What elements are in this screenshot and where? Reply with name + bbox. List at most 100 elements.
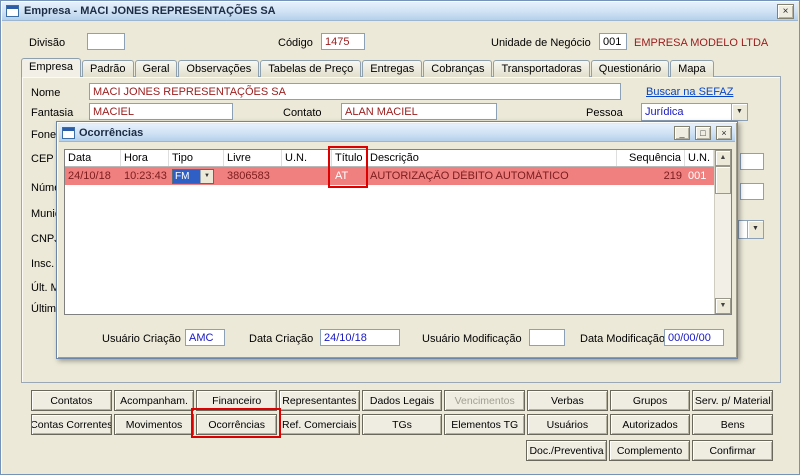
button-usuarios[interactable]: Usuários <box>527 414 608 435</box>
button-bens[interactable]: Bens <box>692 414 774 435</box>
fone-label: Fone <box>31 129 57 141</box>
dialog-icon <box>62 126 75 139</box>
vertical-scrollbar[interactable]: ▲ ▼ <box>714 150 731 314</box>
cell-livre: 3806583 <box>227 170 270 182</box>
tab-transportadoras[interactable]: Transportadoras <box>493 60 590 77</box>
button-contas-correntes[interactable]: Contas Correntes <box>31 414 112 435</box>
divisao-label: Divisão <box>29 37 66 49</box>
cep-label: CEP <box>31 153 54 165</box>
table-header-row: Data Hora Tipo Livre U.N. Título Descriç… <box>65 150 714 167</box>
unidade-negocio-label: Unidade de Negócio <box>491 37 591 49</box>
button-tgs[interactable]: TGs <box>361 414 443 435</box>
data-modificacao-label: Data Modificação <box>580 333 665 345</box>
data-criacao-input[interactable]: 24/10/18 <box>320 329 400 346</box>
tab-cobrancas[interactable]: Cobranças <box>423 60 493 77</box>
unidade-negocio-input[interactable]: 001 <box>599 33 627 50</box>
dialog-titlebar[interactable]: Ocorrências _ □ × <box>59 124 735 142</box>
button-dados-legais[interactable]: Dados Legais <box>361 390 443 411</box>
fantasia-label: Fantasia <box>31 107 74 119</box>
tipo-combobox[interactable]: FM ▼ <box>172 168 214 184</box>
button-ref-comerciais[interactable]: Ref. Comerciais <box>279 414 360 435</box>
usuario-criacao-input[interactable]: AMC <box>185 329 225 346</box>
table-row[interactable]: 24/10/18 10:23:43 FM ▼ 3806583 AT AUTORIZ… <box>65 167 714 185</box>
chevron-down-icon[interactable]: ▼ <box>731 104 747 120</box>
column-header-tipo: Tipo <box>169 150 224 166</box>
maximize-icon[interactable]: □ <box>695 125 711 140</box>
contato-label: Contato <box>283 107 322 119</box>
cell-un2: 001 <box>688 170 707 182</box>
cell-tipo: FM ▼ <box>169 168 224 184</box>
tab-geral[interactable]: Geral <box>134 60 178 77</box>
data-modificacao-input[interactable]: 00/00/00 <box>664 329 724 346</box>
column-header-livre: Livre <box>224 150 282 166</box>
right-combo-remnant[interactable]: ▼ <box>738 220 764 239</box>
button-vencimentos: Vencimentos <box>444 390 526 411</box>
button-grupos[interactable]: Grupos <box>609 390 691 411</box>
close-icon[interactable]: × <box>777 3 794 19</box>
titulo-annotation-box <box>328 146 368 188</box>
app-icon <box>6 5 19 17</box>
tab-tabelas-de-preco[interactable]: Tabelas de Preço <box>260 60 362 77</box>
main-titlebar: Empresa - MACI JONES REPRESENTAÇÕES SA × <box>2 2 798 21</box>
tab-empresa[interactable]: Empresa <box>21 58 82 77</box>
column-header-descricao: Descrição <box>367 150 617 166</box>
nome-input[interactable]: MACI JONES REPRESENTAÇÕES SA <box>89 83 621 100</box>
button-representantes[interactable]: Representantes <box>279 390 360 411</box>
tab-observacoes[interactable]: Observações <box>178 60 260 77</box>
codigo-label: Código <box>278 37 313 49</box>
dialog-title: Ocorrências <box>79 126 144 139</box>
button-elementos-tg[interactable]: Elementos TG <box>444 414 526 435</box>
cell-descricao: AUTORIZAÇÃO DÉBITO AUTOMÁTICO <box>370 170 569 182</box>
close-icon[interactable]: × <box>716 125 732 140</box>
cell-sequencia: 219 <box>663 170 682 182</box>
column-header-un1: U.N. <box>282 150 332 166</box>
column-header-hora: Hora <box>121 150 169 166</box>
fantasia-input[interactable]: MACIEL <box>89 103 233 120</box>
screen: Empresa - MACI JONES REPRESENTAÇÕES SA ×… <box>0 0 800 475</box>
tab-questionario[interactable]: Questionário <box>590 60 670 77</box>
chevron-down-icon[interactable]: ▼ <box>747 221 763 238</box>
button-contatos[interactable]: Contatos <box>31 390 112 411</box>
minimize-icon[interactable]: _ <box>674 125 690 140</box>
pessoa-combobox[interactable]: Jurídica ▼ <box>641 103 748 121</box>
pessoa-selected-value: Jurídica <box>645 106 684 118</box>
right-field-remnant-1[interactable] <box>740 153 764 170</box>
cell-hora: 10:23:43 <box>124 170 167 182</box>
cell-data: 24/10/18 <box>68 170 111 182</box>
scroll-up-icon[interactable]: ▲ <box>715 150 731 166</box>
button-autorizados[interactable]: Autorizados <box>609 414 691 435</box>
codigo-input[interactable]: 1475 <box>321 33 365 50</box>
ocorrencias-table: Data Hora Tipo Livre U.N. Título Descriç… <box>64 149 732 315</box>
button-row-1: Contatos Acompanham. Financeiro Represen… <box>31 390 774 411</box>
button-movimentos[interactable]: Movimentos <box>113 414 195 435</box>
contato-input[interactable]: ALAN MACIEL <box>341 103 497 120</box>
main-window: Empresa - MACI JONES REPRESENTAÇÕES SA ×… <box>0 0 800 475</box>
button-confirmar[interactable]: Confirmar <box>692 440 773 461</box>
tab-padrao[interactable]: Padrão <box>82 60 134 77</box>
tab-entregas[interactable]: Entregas <box>362 60 423 77</box>
column-header-sequencia: Sequência <box>617 150 685 166</box>
data-criacao-label: Data Criação <box>249 333 314 345</box>
usuario-modificacao-input[interactable] <box>529 329 565 346</box>
tab-mapa[interactable]: Mapa <box>670 60 714 77</box>
button-doc-preventiva[interactable]: Doc./Preventiva <box>526 440 607 461</box>
buscar-sefaz-link[interactable]: Buscar na SEFAZ <box>646 86 733 98</box>
ocorrencias-dialog: Ocorrências _ □ × Data Hora Tipo Livre U… <box>56 121 738 359</box>
ocorrencias-annotation-box <box>191 408 281 438</box>
unidade-negocio-name: EMPRESA MODELO LTDA <box>634 37 769 49</box>
button-serv-p-material[interactable]: Serv. p/ Material <box>692 390 774 411</box>
insc-label: Insc. <box>31 258 55 270</box>
scrollbar-thumb[interactable] <box>715 166 731 194</box>
divisao-input[interactable] <box>87 33 125 50</box>
tab-bar: Empresa Padrão Geral Observações Tabelas… <box>21 58 715 77</box>
tipo-selected-value: FM <box>173 169 200 183</box>
right-field-remnant-2[interactable] <box>740 183 764 200</box>
scroll-down-icon[interactable]: ▼ <box>715 298 731 314</box>
button-row-2: Contas Correntes Movimentos Ocorrências … <box>31 414 774 435</box>
button-verbas[interactable]: Verbas <box>527 390 608 411</box>
button-complemento[interactable]: Complemento <box>609 440 690 461</box>
button-acompanham[interactable]: Acompanham. <box>113 390 195 411</box>
usuario-criacao-label: Usuário Criação <box>102 333 181 345</box>
chevron-down-icon: ▼ <box>200 169 213 183</box>
column-header-un2: U.N. <box>685 150 714 166</box>
